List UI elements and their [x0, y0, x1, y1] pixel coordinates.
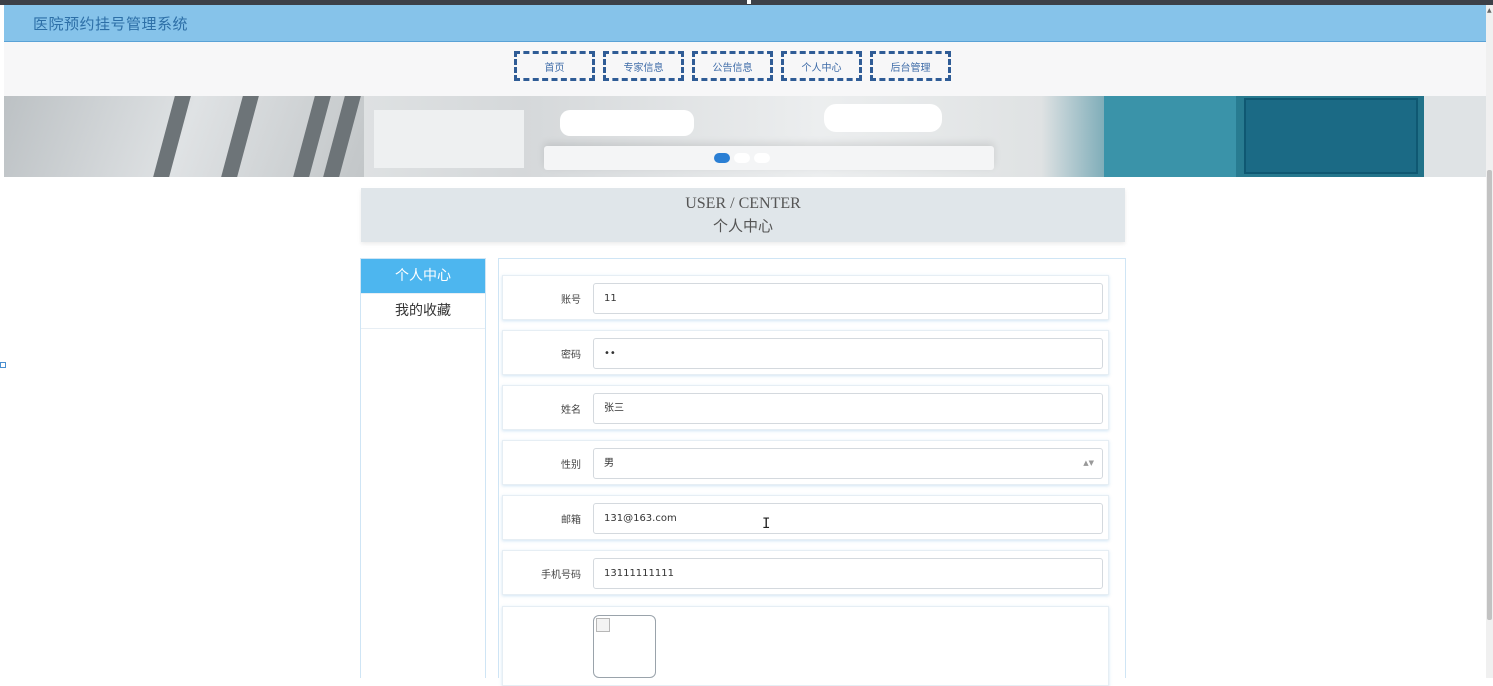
text-cursor-icon: I — [762, 516, 771, 532]
banner-monitor — [1244, 98, 1418, 174]
sidebar-item-favorites[interactable]: 我的收藏 — [361, 294, 485, 329]
carousel-dots — [714, 153, 770, 163]
form-row-avatar — [502, 606, 1109, 686]
sidebar-item-user-center[interactable]: 个人中心 — [361, 259, 485, 294]
main-nav: 首页 专家信息 公告信息 个人中心 后台管理 — [514, 51, 951, 81]
account-input[interactable]: 11 — [593, 283, 1103, 314]
form-row-account: 账号 11 — [502, 275, 1109, 320]
section-title-en: USER / CENTER — [685, 195, 801, 212]
account-label: 账号 — [561, 295, 581, 306]
form-row-password: 密码 •• — [502, 330, 1109, 375]
broken-image-icon — [596, 618, 610, 632]
email-input[interactable]: 131@163.com — [593, 503, 1103, 534]
top-marker — [747, 0, 751, 4]
form-row-phone: 手机号码 13111111111 — [502, 550, 1109, 595]
banner-panel — [1104, 96, 1236, 177]
carousel-dot-1[interactable] — [714, 153, 730, 163]
carousel-dot-3[interactable] — [754, 153, 770, 163]
gender-label: 性别 — [561, 460, 581, 471]
nav-admin[interactable]: 后台管理 — [870, 51, 951, 81]
banner-sign — [374, 110, 524, 168]
banner-carousel — [4, 96, 1486, 177]
phone-input[interactable]: 13111111111 — [593, 558, 1103, 589]
sidebar: 个人中心 我的收藏 — [360, 258, 486, 678]
caret-down-icon: ▲▼ — [1083, 459, 1094, 467]
form-row-email: 邮箱 131@163.com — [502, 495, 1109, 540]
banner-pillow — [824, 104, 942, 132]
gender-select[interactable]: 男 — [593, 448, 1103, 479]
scrollbar-thumb[interactable] — [1487, 170, 1492, 620]
profile-form: 账号 11 密码 •• 姓名 张三 性别 男 ▲▼ 邮箱 131@163.com… — [498, 258, 1126, 686]
resize-handle[interactable] — [0, 362, 6, 368]
app-title: 医院预约挂号管理系统 — [33, 15, 189, 33]
avatar-upload[interactable] — [593, 615, 656, 678]
nav-notices[interactable]: 公告信息 — [692, 51, 773, 81]
page-scrollbar[interactable]: ▲ — [1486, 5, 1493, 678]
section-header: USER / CENTER 个人中心 — [361, 188, 1125, 242]
form-row-name: 姓名 张三 — [502, 385, 1109, 430]
banner-wall-right — [1424, 96, 1486, 177]
password-label: 密码 — [561, 350, 581, 361]
nav-experts[interactable]: 专家信息 — [603, 51, 684, 81]
app-header: 医院预约挂号管理系统 — [4, 5, 1486, 42]
banner-pillow — [560, 110, 694, 136]
name-input[interactable]: 张三 — [593, 393, 1103, 424]
scroll-up-icon[interactable]: ▲ — [1487, 7, 1492, 14]
nav-home[interactable]: 首页 — [514, 51, 595, 81]
form-row-gender: 性别 男 ▲▼ — [502, 440, 1109, 485]
section-title-cn: 个人中心 — [712, 219, 773, 235]
carousel-dot-2[interactable] — [734, 153, 750, 163]
email-label: 邮箱 — [561, 515, 581, 526]
phone-label: 手机号码 — [541, 570, 581, 581]
password-input[interactable]: •• — [593, 338, 1103, 369]
nav-user-center[interactable]: 个人中心 — [781, 51, 862, 81]
name-label: 姓名 — [561, 405, 581, 416]
